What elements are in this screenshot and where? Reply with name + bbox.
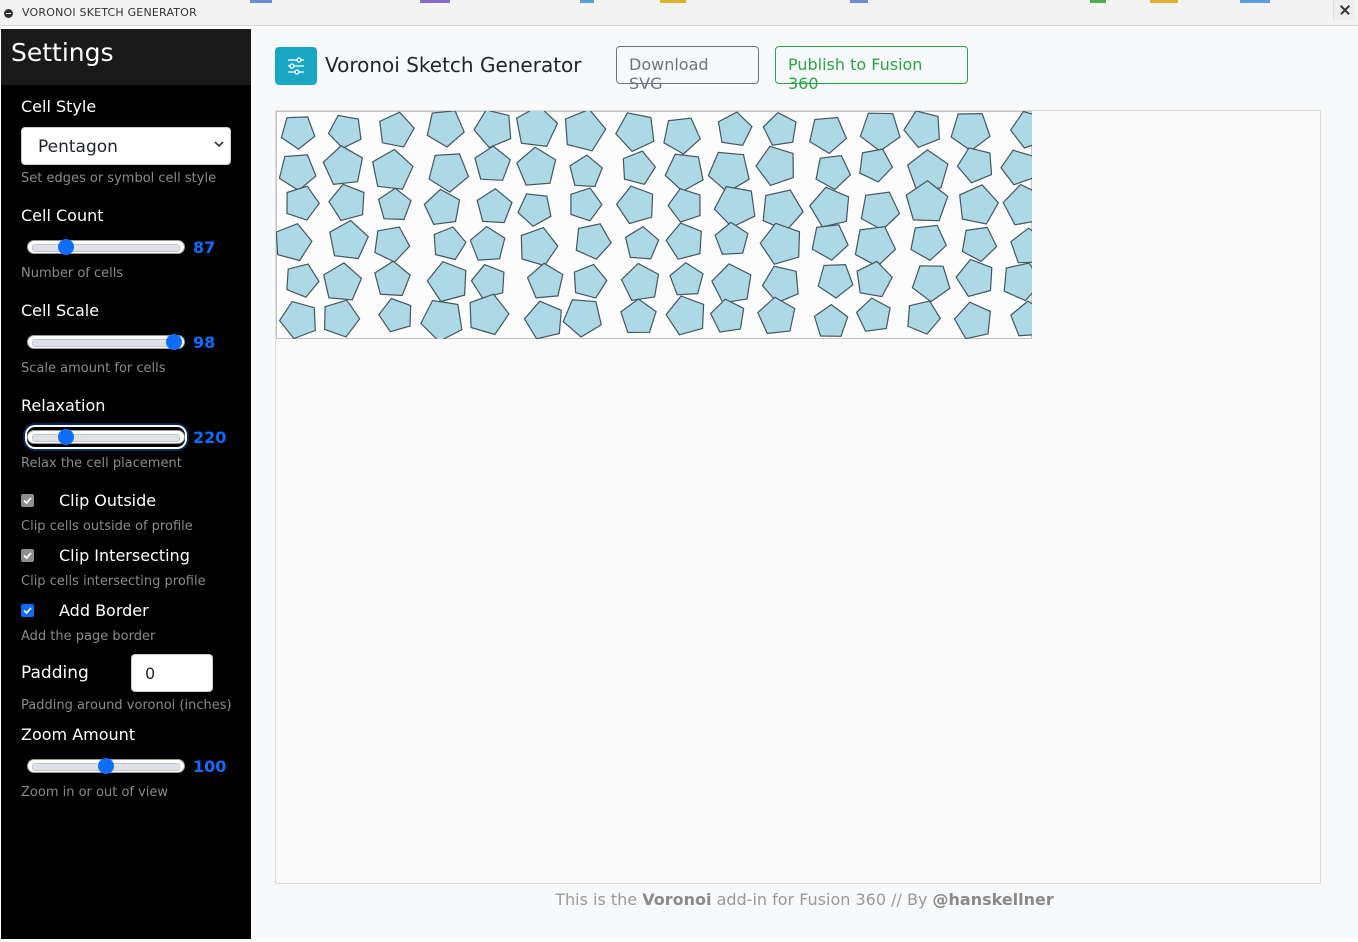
cell-style-label: Cell Style bbox=[21, 97, 97, 116]
cell-style-help: Set edges or symbol cell style bbox=[21, 171, 217, 186]
main-panel: Voronoi Sketch Generator Download SVG Pu… bbox=[251, 29, 1358, 939]
close-icon[interactable] bbox=[1333, 0, 1355, 20]
app-window-icon bbox=[4, 9, 13, 18]
cell-count-label: Cell Count bbox=[21, 206, 104, 225]
footer-prefix: This is the bbox=[555, 890, 638, 909]
window-titlebar: VORONOI SKETCH GENERATOR bbox=[0, 0, 1358, 26]
footer-middle: add-in for Fusion 360 // By bbox=[716, 890, 928, 909]
relaxation-label: Relaxation bbox=[21, 396, 106, 415]
slider-track bbox=[27, 335, 185, 349]
sidebar-title: Settings bbox=[11, 38, 114, 67]
zoom-label: Zoom Amount bbox=[21, 725, 136, 744]
add-border-checkbox[interactable] bbox=[21, 604, 34, 617]
cell-count-value: 87 bbox=[193, 238, 216, 257]
voronoi-sketch bbox=[276, 111, 1032, 339]
app-title: Voronoi Sketch Generator bbox=[325, 53, 582, 77]
add-border-help: Add the page border bbox=[21, 629, 156, 644]
cell-count-slider[interactable] bbox=[27, 237, 185, 257]
clip-outside-label: Clip Outside bbox=[59, 491, 157, 510]
toolbar: Voronoi Sketch Generator Download SVG Pu… bbox=[251, 29, 1338, 99]
zoom-value: 100 bbox=[193, 757, 227, 776]
clip-intersecting-label: Clip Intersecting bbox=[59, 546, 190, 565]
footer-author-link[interactable]: @hanskellner bbox=[933, 890, 1054, 909]
zoom-slider[interactable] bbox=[27, 756, 185, 776]
cell-style-value: Pentagon bbox=[38, 137, 118, 157]
cell-scale-value: 98 bbox=[193, 333, 216, 352]
settings-sidebar: Settings Cell Style Pentagon Set edges o… bbox=[1, 29, 251, 939]
slider-track bbox=[27, 430, 185, 444]
download-svg-button[interactable]: Download SVG bbox=[616, 46, 759, 93]
slider-track bbox=[27, 240, 185, 254]
preview-canvas[interactable] bbox=[275, 110, 1321, 884]
cell-scale-help: Scale amount for cells bbox=[21, 361, 166, 376]
clip-intersecting-checkbox[interactable] bbox=[21, 549, 34, 562]
publish-fusion-button[interactable]: Publish to Fusion 360 bbox=[775, 46, 968, 93]
add-border-label: Add Border bbox=[59, 601, 149, 620]
check-icon bbox=[23, 607, 32, 615]
window-title: VORONOI SKETCH GENERATOR bbox=[22, 6, 197, 19]
relaxation-help: Relax the cell placement bbox=[21, 456, 182, 471]
padding-help: Padding around voronoi (inches) bbox=[21, 698, 232, 713]
clip-intersecting-help: Clip cells intersecting profile bbox=[21, 574, 206, 589]
sliders-icon bbox=[275, 47, 317, 85]
sidebar-header: Settings bbox=[1, 29, 251, 85]
chevron-down-icon bbox=[214, 141, 224, 148]
check-icon bbox=[23, 552, 32, 560]
footer: This is the Voronoi add-in for Fusion 36… bbox=[251, 890, 1358, 909]
relaxation-value: 220 bbox=[193, 428, 227, 447]
padding-input[interactable] bbox=[131, 654, 213, 692]
check-icon bbox=[23, 497, 32, 505]
cell-style-select[interactable]: Pentagon bbox=[21, 127, 231, 165]
cell-count-help: Number of cells bbox=[21, 266, 124, 281]
slider-thumb[interactable] bbox=[98, 758, 114, 774]
cell-scale-label: Cell Scale bbox=[21, 301, 100, 320]
relaxation-slider[interactable] bbox=[27, 427, 185, 447]
clip-outside-help: Clip cells outside of profile bbox=[21, 519, 193, 534]
clip-outside-checkbox[interactable] bbox=[21, 494, 34, 507]
footer-product: Voronoi bbox=[642, 890, 712, 909]
zoom-help: Zoom in or out of view bbox=[21, 785, 169, 800]
titlebar-strip bbox=[190, 0, 1330, 3]
cell-scale-slider[interactable] bbox=[27, 332, 185, 352]
